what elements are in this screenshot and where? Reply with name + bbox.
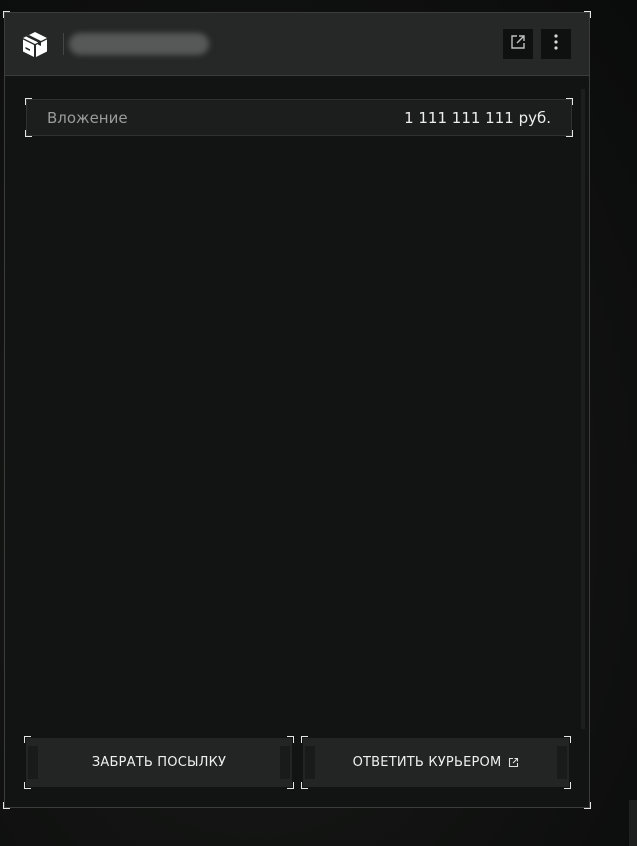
- attachment-label: Вложение: [47, 109, 128, 127]
- corner-mark: [287, 782, 294, 789]
- button-notch: [28, 746, 38, 779]
- reply-as-courier-button[interactable]: ОТВЕТИТЬ КУРЬЕРОМ: [301, 736, 571, 789]
- package-box-icon: [21, 30, 49, 58]
- corner-mark: [24, 736, 31, 743]
- parcel-panel: Вложение 1 111 111 111 руб. ЗАБРАТЬ ПОСЫ…: [3, 11, 591, 809]
- external-link-icon: [508, 757, 519, 768]
- more-vertical-icon: [553, 33, 559, 55]
- panel-title-redacted: [69, 33, 209, 55]
- attachment-row: Вложение 1 111 111 111 руб.: [25, 98, 573, 137]
- content-scrollbar[interactable]: [581, 89, 585, 729]
- corner-mark: [584, 802, 591, 809]
- corner-mark: [566, 98, 573, 105]
- button-notch: [305, 746, 315, 779]
- button-notch: [557, 746, 567, 779]
- title-divider: [63, 33, 64, 55]
- open-external-button[interactable]: [503, 29, 533, 59]
- attachment-value: 1 111 111 111 руб.: [404, 109, 551, 127]
- corner-mark: [25, 98, 32, 105]
- panel-header: [5, 13, 589, 76]
- external-link-icon: [509, 33, 527, 55]
- corner-mark: [3, 802, 10, 809]
- corner-mark: [301, 736, 308, 743]
- background-window-edge: [629, 800, 637, 846]
- corner-mark: [564, 736, 571, 743]
- corner-mark: [564, 782, 571, 789]
- take-parcel-button[interactable]: ЗАБРАТЬ ПОСЫЛКУ: [24, 736, 294, 789]
- more-options-button[interactable]: [541, 29, 571, 59]
- take-parcel-label: ЗАБРАТЬ ПОСЫЛКУ: [91, 755, 227, 770]
- reply-as-courier-label: ОТВЕТИТЬ КУРЬЕРОМ: [352, 755, 502, 770]
- corner-mark: [301, 782, 308, 789]
- corner-mark: [24, 782, 31, 789]
- corner-mark: [25, 130, 32, 137]
- button-notch: [280, 746, 290, 779]
- corner-mark: [287, 736, 294, 743]
- corner-mark: [566, 130, 573, 137]
